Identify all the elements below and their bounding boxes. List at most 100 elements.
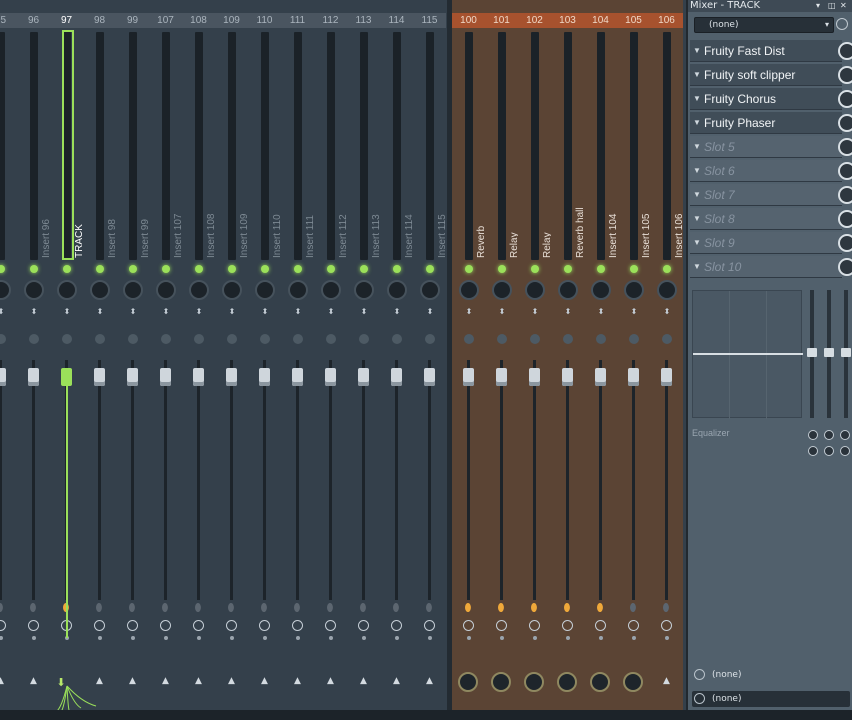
slot-menu-icon[interactable]: ▼ (693, 184, 701, 206)
pan-knob[interactable] (288, 280, 308, 300)
mixer-strip[interactable]: 112 Insert 112 ⬍ ⬮ ▲ (314, 0, 349, 720)
mixer-strip[interactable]: 106 Insert 106 ⬍ ⬮ ▲ (650, 0, 685, 720)
send-level-knob[interactable] (557, 672, 577, 692)
record-arm-icon[interactable]: ⬮ (595, 602, 605, 614)
slot-menu-icon[interactable]: ▼ (693, 136, 701, 158)
minimize-button[interactable]: ▾ (816, 0, 820, 12)
send-level-knob[interactable] (590, 672, 610, 692)
mixer-strip[interactable]: 114 Insert 114 ⬍ ⬮ ▲ (380, 0, 415, 720)
record-arm-icon[interactable]: ⬮ (0, 602, 5, 614)
mixer-strip[interactable]: 103 Reverb hall ⬍ ⬮ (551, 0, 586, 720)
send-arrow-icon[interactable]: ▲ (159, 676, 172, 686)
mute-led[interactable] (564, 265, 572, 273)
mixer-strip[interactable]: 111 Insert 111 ⬍ ⬮ ▲ (281, 0, 316, 720)
volume-fader[interactable] (94, 368, 105, 386)
pan-knob[interactable] (657, 280, 677, 300)
volume-fader[interactable] (292, 368, 303, 386)
stereo-separation-arrows[interactable]: ⬍ (160, 308, 172, 330)
send-level-knob[interactable] (458, 672, 478, 692)
slot-mix-knob[interactable] (838, 42, 852, 60)
record-arm-icon[interactable]: ⬮ (226, 602, 236, 614)
effect-slot-3[interactable]: ▼ Fruity Chorus (690, 88, 852, 110)
mixer-strip[interactable]: 108 Insert 108 ⬍ ⬮ ▲ (182, 0, 217, 720)
mute-led[interactable] (630, 265, 638, 273)
route-dot[interactable] (329, 636, 333, 640)
mute-led[interactable] (129, 265, 137, 273)
send-arrow-icon[interactable]: ▲ (225, 676, 238, 686)
mute-led[interactable] (663, 265, 671, 273)
pan-knob[interactable] (354, 280, 374, 300)
slot-menu-icon[interactable]: ▼ (693, 112, 701, 134)
stereo-knob[interactable] (662, 334, 672, 344)
slot-mix-knob[interactable] (838, 186, 852, 204)
stereo-separation-arrows[interactable]: ⬍ (127, 308, 139, 330)
mixer-strip[interactable]: 110 Insert 110 ⬍ ⬮ ▲ (248, 0, 283, 720)
route-dot[interactable] (632, 636, 636, 640)
mute-led[interactable] (360, 265, 368, 273)
slot-menu-icon[interactable]: ▼ (693, 160, 701, 182)
latency-icon[interactable] (259, 620, 270, 631)
send-arrow-icon[interactable]: ▲ (324, 676, 337, 686)
slot-menu-icon[interactable]: ▼ (693, 208, 701, 230)
latency-icon[interactable] (193, 620, 204, 631)
volume-fader[interactable] (0, 368, 6, 386)
latency-icon[interactable] (628, 620, 639, 631)
stereo-knob[interactable] (629, 334, 639, 344)
eq-band-high-handle[interactable] (841, 348, 851, 357)
volume-fader[interactable] (226, 368, 237, 386)
mixer-strip[interactable]: 95 ⬍ ⬮ ▲ (0, 0, 17, 720)
stereo-separation-arrows[interactable]: ⬍ (496, 308, 508, 330)
route-dot[interactable] (395, 636, 399, 640)
latency-icon[interactable] (391, 620, 402, 631)
stereo-knob[interactable] (392, 334, 402, 344)
record-arm-icon[interactable]: ⬮ (325, 602, 335, 614)
route-dot[interactable] (263, 636, 267, 640)
latency-icon[interactable] (226, 620, 237, 631)
route-dot[interactable] (164, 636, 168, 640)
mute-led[interactable] (261, 265, 269, 273)
record-arm-icon[interactable]: ⬮ (193, 602, 203, 614)
route-dot[interactable] (197, 636, 201, 640)
latency-icon[interactable] (0, 620, 6, 631)
send-arrow-icon[interactable]: ▲ (423, 676, 436, 686)
stereo-knob[interactable] (326, 334, 336, 344)
send-arrow-icon[interactable]: ▲ (660, 676, 673, 686)
stereo-separation-arrows[interactable]: ⬍ (595, 308, 607, 330)
send-arrow-icon[interactable]: ▲ (258, 676, 271, 686)
stereo-knob[interactable] (260, 334, 270, 344)
send-arrow-icon[interactable]: ▲ (126, 676, 139, 686)
effect-slot-10[interactable]: ▼ Slot 10 (690, 256, 852, 278)
effect-slot-9[interactable]: ▼ Slot 9 (690, 232, 852, 254)
mixer-strip[interactable]: 99 Insert 99 ⬍ ⬮ ▲ (116, 0, 151, 720)
pan-knob[interactable] (525, 280, 545, 300)
volume-fader[interactable] (628, 368, 639, 386)
stereo-separation-arrows[interactable]: ⬍ (391, 308, 403, 330)
mute-led[interactable] (327, 265, 335, 273)
mixer-strip[interactable]: 98 Insert 98 ⬍ ⬮ ▲ (83, 0, 118, 720)
effect-slot-7[interactable]: ▼ Slot 7 (690, 184, 852, 206)
stereo-separation-arrows[interactable]: ⬍ (463, 308, 475, 330)
stereo-separation-arrows[interactable]: ⬍ (0, 308, 7, 330)
send-level-knob[interactable] (623, 672, 643, 692)
effect-slot-6[interactable]: ▼ Slot 6 (690, 160, 852, 182)
route-dot[interactable] (32, 636, 36, 640)
mixer-strip[interactable]: 115 Insert 115 ⬍ ⬮ ▲ (413, 0, 448, 720)
record-arm-icon[interactable]: ⬮ (292, 602, 302, 614)
mixer-strip[interactable]: 96 Insert 96 ⬍ ⬮ ▲ (17, 0, 52, 720)
stereo-separation-arrows[interactable]: ⬍ (94, 308, 106, 330)
record-arm-icon[interactable]: ⬮ (496, 602, 506, 614)
eq-freq-knob[interactable] (840, 430, 850, 440)
stereo-separation-arrows[interactable]: ⬍ (325, 308, 337, 330)
volume-fader[interactable] (325, 368, 336, 386)
preset-select[interactable]: (none) ▾ (694, 17, 834, 33)
send-arrow-icon[interactable]: ▲ (27, 676, 40, 686)
close-button[interactable]: ✕ (840, 0, 847, 12)
eq-graph[interactable] (692, 290, 803, 419)
mixer-strip[interactable]: 105 Insert 105 ⬍ ⬮ (617, 0, 652, 720)
power-icon[interactable] (836, 18, 848, 30)
stereo-separation-arrows[interactable]: ⬍ (61, 308, 73, 330)
latency-icon[interactable] (424, 620, 435, 631)
record-arm-icon[interactable]: ⬮ (562, 602, 572, 614)
stereo-knob[interactable] (464, 334, 474, 344)
stereo-knob[interactable] (128, 334, 138, 344)
